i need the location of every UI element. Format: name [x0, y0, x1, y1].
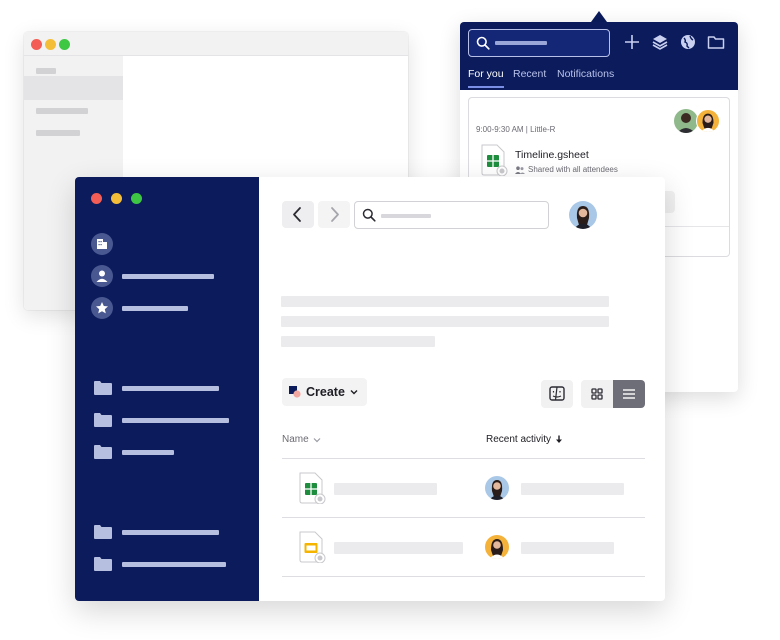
chevron-right-icon: [331, 207, 339, 222]
attendee-avatar: [696, 109, 720, 133]
file-name-placeholder: [334, 483, 437, 495]
minimize-dot[interactable]: [45, 39, 56, 50]
user-avatar[interactable]: [569, 201, 597, 229]
attendee-avatar: [674, 109, 698, 133]
back-button[interactable]: [282, 201, 314, 228]
finder-view-button[interactable]: [541, 380, 573, 408]
activity-placeholder: [521, 542, 614, 554]
folder-icon[interactable]: [706, 32, 726, 52]
grid-icon: [591, 388, 603, 400]
main-window: Create Name Recent activity: [75, 177, 665, 601]
close-dot[interactable]: [91, 193, 102, 204]
folder-icon[interactable]: [94, 525, 112, 539]
folder-label-placeholder: [122, 562, 226, 567]
chevron-left-icon: [293, 207, 301, 222]
search-icon: [362, 208, 376, 222]
activity-avatar: [485, 476, 509, 500]
sidebar-placeholder: [36, 130, 80, 136]
folder-label-placeholder: [122, 418, 229, 423]
activity-avatar: [485, 535, 509, 559]
create-button[interactable]: Create: [282, 378, 367, 406]
create-icon: [289, 386, 301, 398]
search-icon: [476, 36, 490, 50]
chevron-down-icon: [350, 390, 358, 395]
file-name-placeholder: [334, 542, 463, 554]
grid-view-button[interactable]: [581, 380, 613, 408]
plus-icon[interactable]: [622, 32, 642, 52]
folder-icon[interactable]: [94, 381, 112, 395]
google-sheets-file-icon: [481, 144, 508, 176]
folder-icon[interactable]: [94, 413, 112, 427]
shared-file-name[interactable]: Timeline.gsheet: [515, 149, 589, 161]
building-icon[interactable]: [91, 233, 113, 255]
main-search-input[interactable]: [354, 201, 549, 229]
folder-icon[interactable]: [94, 557, 112, 571]
star-icon[interactable]: [91, 297, 113, 319]
folder-label-placeholder: [122, 450, 174, 455]
globe-icon[interactable]: [678, 32, 698, 52]
table-row[interactable]: [282, 518, 645, 576]
chevron-down-icon: [313, 437, 321, 442]
sidebar-placeholder: [36, 68, 56, 74]
maximize-dot[interactable]: [131, 193, 142, 204]
list-view-button[interactable]: [613, 380, 645, 408]
tab-recent[interactable]: Recent: [513, 68, 546, 80]
sidebar-placeholder: [36, 108, 88, 114]
maximize-dot[interactable]: [59, 39, 70, 50]
forward-button[interactable]: [318, 201, 350, 228]
main-sidebar: [75, 177, 259, 601]
shared-status: Shared with all attendees: [515, 165, 618, 174]
stage: For you Recent Notifications 9:00-9:30 A…: [0, 0, 780, 640]
close-dot[interactable]: [31, 39, 42, 50]
search-placeholder-bar: [381, 214, 431, 218]
name-column-label: Name: [282, 434, 309, 445]
activity-placeholder: [521, 483, 624, 495]
sidebar-label-placeholder: [122, 274, 214, 279]
popup-search-input[interactable]: [468, 29, 610, 57]
recent-activity-column-label: Recent activity: [486, 434, 552, 445]
tab-for-you[interactable]: For you: [468, 68, 504, 80]
text-placeholder: [281, 316, 609, 327]
sidebar-highlight-row[interactable]: [24, 76, 123, 100]
people-icon: [515, 165, 525, 174]
name-column-header[interactable]: Name: [282, 434, 321, 445]
sort-down-arrow-icon: [556, 435, 563, 443]
background-window-titlebar: [24, 32, 408, 56]
recent-activity-column-header[interactable]: Recent activity: [486, 434, 563, 445]
minimize-dot[interactable]: [111, 193, 122, 204]
folder-label-placeholder: [122, 530, 219, 535]
person-icon[interactable]: [91, 265, 113, 287]
folder-label-placeholder: [122, 386, 219, 391]
popup-header: For you Recent Notifications: [460, 22, 738, 90]
heading-placeholder: [281, 296, 609, 307]
sidebar-label-placeholder: [122, 306, 188, 311]
create-button-label: Create: [306, 385, 345, 399]
text-placeholder: [281, 336, 435, 347]
finder-icon: [549, 386, 565, 401]
popup-caret: [591, 11, 607, 22]
row-divider: [282, 576, 645, 577]
shared-status-text: Shared with all attendees: [528, 165, 618, 174]
layers-icon[interactable]: [650, 32, 670, 52]
folder-icon[interactable]: [94, 445, 112, 459]
list-icon: [623, 389, 635, 399]
tab-notifications[interactable]: Notifications: [557, 68, 614, 80]
table-row[interactable]: [282, 459, 645, 517]
google-slides-file-icon: [299, 531, 326, 563]
google-sheets-file-icon: [299, 472, 326, 504]
event-time-location: 9:00-9:30 AM | Little-R: [476, 125, 556, 134]
main-content: Create Name Recent activity: [259, 177, 665, 601]
active-tab-indicator: [468, 86, 504, 88]
search-placeholder-bar: [495, 41, 547, 45]
